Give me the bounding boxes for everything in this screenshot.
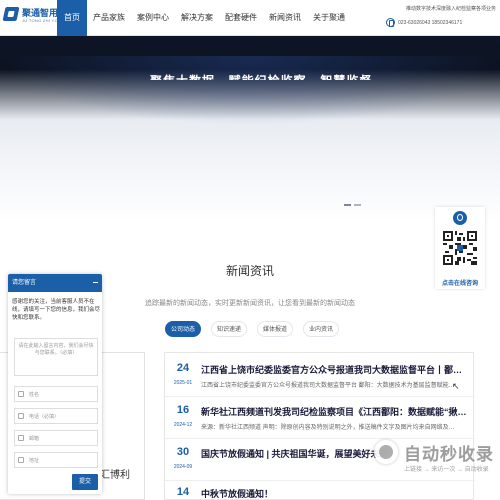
- nav-item-products[interactable]: 产品家族: [87, 0, 131, 36]
- message-widget-intro: 感谢您的关注，当前客服人员不在线，请填写一下您的信息，我们会尽快和您联系。: [12, 299, 101, 321]
- address-field[interactable]: 地址: [14, 452, 98, 468]
- header-slogan: 推动数字技术深度融入纪检监察各项业务: [405, 6, 496, 12]
- site-header: 聚通智用 JU TONG ZHI YONG 首页 产品家族 案例中心 解决方案 …: [0, 0, 500, 36]
- banner-headline: 聚焦大数据 · 赋能纪检监察 · 智慧监督: [150, 72, 372, 80]
- header-contact: 推动数字技术深度融入纪检监察各项业务 023-63026043 18502346…: [384, 5, 496, 31]
- online-consult-label[interactable]: 点击在线咨询: [435, 278, 485, 287]
- name-field-placeholder: 姓名: [29, 392, 40, 398]
- nav-item-home[interactable]: 首页: [57, 0, 87, 36]
- news-summary: 来源：新华社江西频道 声明：除原创内容及特别说明之外，推送稿件文字及图片均来自网…: [201, 425, 455, 431]
- message-widget-title: 请您留言: [12, 280, 37, 286]
- list-item[interactable]: 24 2025-01 江西省上饶市纪委监委官方公众号报道我司大数据监督平台丨鄱阳…: [165, 359, 475, 397]
- phone-field-icon: [18, 413, 24, 419]
- user-icon: [18, 391, 24, 397]
- banner-dot-2[interactable]: [354, 204, 361, 206]
- phone-field[interactable]: 电话（必填）: [14, 408, 98, 424]
- email-field-placeholder: 邮箱: [29, 436, 40, 442]
- address-field-placeholder: 地址: [29, 458, 40, 464]
- qr-code-icon: [443, 231, 477, 265]
- nav-item-about[interactable]: 关于聚通: [307, 0, 351, 36]
- phone-field-placeholder: 电话（必填）: [29, 414, 60, 420]
- news-title[interactable]: 江西省上饶市纪委监委官方公众号报道我司大数据监督平台丨鄱阳：大数据…: [201, 363, 471, 376]
- watermark-logo-icon: [374, 440, 398, 464]
- banner-glow: [0, 56, 500, 126]
- tab-company-news[interactable]: 公司动态: [165, 321, 202, 337]
- hero-banner[interactable]: 聚焦大数据 · 赋能纪检监察 · 智慧监督: [0, 36, 500, 222]
- online-consult-widget[interactable]: 点击在线咨询: [435, 207, 485, 289]
- logo-icon: [2, 7, 20, 21]
- tab-media[interactable]: 媒体报道: [257, 321, 294, 337]
- watermark: 自动秒收录 上链接 → 来访一次 → 自动收录: [374, 436, 500, 500]
- featured-news-caption: 汇博利: [100, 470, 130, 481]
- list-item[interactable]: 16 2024-12 新华社江西频道刊发我司纪检监察项目《江西鄱阳：数据赋能“揪…: [165, 401, 475, 439]
- news-month: 2024-09: [173, 464, 193, 470]
- news-day: 14: [176, 486, 190, 498]
- news-day: 30: [176, 446, 190, 458]
- message-widget-header[interactable]: 请您留言: [8, 274, 102, 292]
- news-month: 2024-12: [173, 422, 193, 428]
- arrow-icon: ↖: [452, 381, 460, 391]
- nav-item-news[interactable]: 新闻资讯: [263, 0, 307, 36]
- email-field[interactable]: 邮箱: [14, 430, 98, 446]
- name-field[interactable]: 姓名: [14, 386, 98, 402]
- location-icon: [18, 457, 24, 463]
- message-textarea[interactable]: 请在此输入留言内容，我们会尽快与您联系。（必填）: [14, 338, 98, 376]
- watermark-name: 自动秒收录: [404, 445, 494, 464]
- page: 聚通智用 JU TONG ZHI YONG 首页 产品家族 案例中心 解决方案 …: [0, 0, 500, 500]
- news-title[interactable]: 新华社江西频道刊发我司纪检监察项目《江西鄱阳：数据赋能“揪”出群众…: [201, 405, 471, 418]
- news-tabs: 公司动态 知识速递 媒体报道 业内资讯: [165, 321, 340, 337]
- nav-item-solutions[interactable]: 解决方案: [175, 0, 219, 36]
- news-month: 2025-01: [173, 380, 193, 386]
- message-widget: 请您留言 感谢您的关注，当前客服人员不在线，请填写一下您的信息，我们会尽快和您联…: [8, 274, 102, 494]
- chat-icon: [453, 211, 467, 225]
- nav-item-hardware[interactable]: 配套硬件: [219, 0, 263, 36]
- tab-knowledge[interactable]: 知识速递: [211, 321, 248, 337]
- submit-button[interactable]: 提交: [72, 474, 98, 490]
- logo[interactable]: 聚通智用 JU TONG ZHI YONG: [2, 5, 64, 31]
- news-day: 24: [176, 362, 190, 374]
- nav-item-cases[interactable]: 案例中心: [131, 0, 175, 36]
- news-day: 16: [176, 404, 190, 416]
- news-summary: 江西省上饶市纪委监委官方公众号报道我司大数据监督平台 鄱阳：大数据技术为基层监督…: [201, 383, 455, 389]
- header-phone: 023-63026043 18502346171: [398, 20, 463, 26]
- main-nav: 首页 产品家族 案例中心 解决方案 配套硬件 新闻资讯 关于聚通: [57, 0, 351, 36]
- minimize-icon[interactable]: [93, 282, 98, 283]
- mail-icon: [18, 435, 24, 441]
- phone-icon: [386, 18, 395, 27]
- tab-industry[interactable]: 业内资讯: [303, 321, 340, 337]
- watermark-subtitle: 上链接 → 来访一次 → 自动收录: [404, 467, 489, 473]
- banner-dot-1[interactable]: [344, 204, 351, 206]
- banner-pagination: [344, 204, 361, 206]
